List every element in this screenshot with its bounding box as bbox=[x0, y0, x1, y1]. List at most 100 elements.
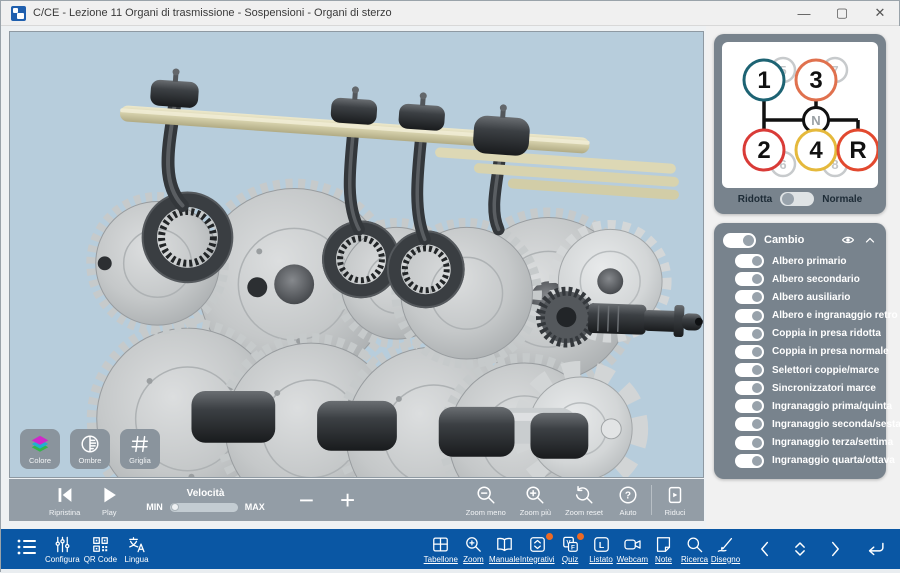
zoom-in-label: Zoom più bbox=[520, 508, 551, 517]
layer-item[interactable]: Coppia in presa ridotta bbox=[735, 327, 877, 341]
zoom-reset-label: Zoom reset bbox=[565, 508, 603, 517]
layer-item[interactable]: Coppia in presa normale bbox=[735, 345, 877, 359]
integrativi-button[interactable]: Integrativi bbox=[520, 535, 555, 564]
svg-text:3: 3 bbox=[809, 67, 822, 94]
chevrons-up-down-icon bbox=[789, 538, 811, 560]
zoom-out-button[interactable]: Zoom meno bbox=[466, 484, 506, 517]
layer-toggle[interactable] bbox=[735, 345, 764, 359]
zoom-in-button[interactable]: Zoom più bbox=[520, 484, 551, 517]
gear-position-1[interactable]: 1 bbox=[744, 60, 784, 100]
playback-bar: Ripristina Play Velocità MIN MAX − + Zoo… bbox=[9, 479, 704, 521]
zoom-out-label: Zoom meno bbox=[466, 508, 506, 517]
collapse-icon bbox=[664, 484, 686, 506]
layer-item[interactable]: Albero e ingranaggio retro bbox=[735, 309, 877, 323]
grid-icon bbox=[129, 433, 151, 455]
listato-button[interactable]: L Listato bbox=[586, 535, 617, 564]
disegno-button[interactable]: Disegno bbox=[710, 535, 741, 564]
range-toggle-knob[interactable] bbox=[782, 193, 794, 205]
layer-toggle[interactable] bbox=[735, 309, 764, 323]
right-sidebar: 5 7 6 8 1 3 N 2 4 R Ridotta Normale bbox=[706, 26, 900, 529]
manuale-button[interactable]: Manuale bbox=[489, 535, 520, 564]
help-icon: ? bbox=[617, 484, 639, 506]
layer-toggle[interactable] bbox=[735, 399, 764, 413]
layer-item[interactable]: Ingranaggio terza/settima bbox=[735, 436, 877, 450]
lingua-button[interactable]: Lingua bbox=[121, 535, 152, 564]
slider-knob[interactable] bbox=[171, 503, 179, 511]
layer-toggle[interactable] bbox=[735, 436, 764, 450]
shift-pattern-diagram: 5 7 6 8 1 3 N 2 4 R bbox=[722, 42, 878, 188]
ombre-label: Ombre bbox=[79, 456, 102, 465]
close-button[interactable]: ✕ bbox=[861, 1, 899, 25]
ridotta-label: Ridotta bbox=[738, 194, 772, 205]
cambio-header-label: Cambio bbox=[764, 234, 804, 246]
zoom-in-icon bbox=[524, 484, 546, 506]
table-icon bbox=[431, 535, 450, 554]
velocity-label: Velocità bbox=[187, 488, 225, 499]
help-button[interactable]: ? Aiuto bbox=[617, 484, 639, 517]
velocity-slider[interactable] bbox=[170, 503, 238, 512]
webcam-button[interactable]: Webcam bbox=[617, 535, 648, 564]
tabellone-button[interactable]: Tabellone bbox=[424, 535, 458, 564]
sliders-icon bbox=[53, 535, 72, 554]
layer-item[interactable]: Ingranaggio seconda/sesta bbox=[735, 417, 877, 431]
scroll-updown-button[interactable] bbox=[784, 538, 815, 560]
speed-decrease-button[interactable]: − bbox=[299, 490, 314, 510]
ripristina-button[interactable]: Ripristina bbox=[49, 484, 80, 517]
maximize-button[interactable]: ▢ bbox=[823, 1, 861, 25]
qr-code-icon bbox=[91, 535, 110, 554]
ricerca-button[interactable]: Ricerca bbox=[679, 535, 710, 564]
return-button[interactable] bbox=[860, 538, 891, 560]
normale-label: Normale bbox=[822, 194, 862, 205]
configura-button[interactable]: Configura bbox=[45, 535, 80, 564]
gear-position-2[interactable]: 2 bbox=[744, 130, 784, 170]
speed-increase-button[interactable]: + bbox=[340, 490, 355, 510]
gear-position-3[interactable]: 3 bbox=[796, 60, 836, 100]
layer-toggle[interactable] bbox=[735, 290, 764, 304]
zoom-reset-button[interactable]: Zoom reset bbox=[565, 484, 603, 517]
next-button[interactable] bbox=[819, 538, 850, 560]
qr-code-button[interactable]: QR Code bbox=[84, 535, 117, 564]
layer-item[interactable]: Selettori coppie/marce bbox=[735, 363, 877, 377]
layer-item[interactable]: Albero primario bbox=[735, 254, 877, 268]
minimize-panel-button[interactable]: Riduci bbox=[664, 484, 686, 517]
layer-toggle[interactable] bbox=[735, 417, 764, 431]
3d-model-viewport[interactable]: Colore Ombre Griglia bbox=[9, 31, 704, 478]
layer-toggle[interactable] bbox=[735, 327, 764, 341]
layer-toggle[interactable] bbox=[735, 381, 764, 395]
menu-button[interactable] bbox=[15, 535, 39, 564]
colore-button[interactable]: Colore bbox=[20, 429, 60, 469]
layer-item[interactable]: Ingranaggio prima/quinta bbox=[735, 399, 877, 413]
zoom-out-icon bbox=[475, 484, 497, 506]
gear-position-R[interactable]: R bbox=[838, 130, 878, 170]
layer-item[interactable]: Sincronizzatori marce bbox=[735, 381, 877, 395]
minimize-button[interactable]: — bbox=[785, 1, 823, 25]
play-button[interactable]: Play bbox=[98, 484, 120, 517]
layer-item[interactable]: Ingranaggio quarta/ottava bbox=[735, 454, 877, 468]
layer-item[interactable]: Albero secondario bbox=[735, 272, 877, 286]
video-camera-icon bbox=[623, 535, 642, 554]
svg-text:N: N bbox=[811, 113, 820, 128]
menu-list-icon bbox=[15, 535, 39, 559]
ombre-button[interactable]: Ombre bbox=[70, 429, 110, 469]
fork-clamp-4 bbox=[472, 102, 531, 156]
griglia-button[interactable]: Griglia bbox=[120, 429, 160, 469]
gear-shifter-panel: 5 7 6 8 1 3 N 2 4 R Ridotta Normale bbox=[714, 34, 886, 214]
layer-toggle[interactable] bbox=[735, 272, 764, 286]
prev-button[interactable] bbox=[749, 538, 780, 560]
window-title: C/CE - Lezione 11 Organi di trasmissione… bbox=[33, 7, 392, 19]
layer-toggle[interactable] bbox=[735, 363, 764, 377]
zoom-tool-button[interactable]: Zoom bbox=[458, 535, 489, 564]
note-button[interactable]: Note bbox=[648, 535, 679, 564]
layer-toggle[interactable] bbox=[735, 254, 764, 268]
layer-item[interactable]: Albero ausiliario bbox=[735, 290, 877, 304]
window-bottom-strip bbox=[1, 569, 900, 573]
range-toggle[interactable] bbox=[780, 192, 814, 206]
chevron-up-icon[interactable] bbox=[863, 233, 877, 247]
expand-box-icon bbox=[528, 535, 547, 554]
gear-position-4[interactable]: 4 bbox=[796, 130, 836, 170]
cambio-toggle[interactable] bbox=[723, 233, 756, 248]
note-icon bbox=[654, 535, 673, 554]
quiz-button[interactable]: V F Quiz bbox=[555, 535, 586, 564]
eye-icon[interactable] bbox=[841, 233, 855, 247]
layer-toggle[interactable] bbox=[735, 454, 764, 468]
